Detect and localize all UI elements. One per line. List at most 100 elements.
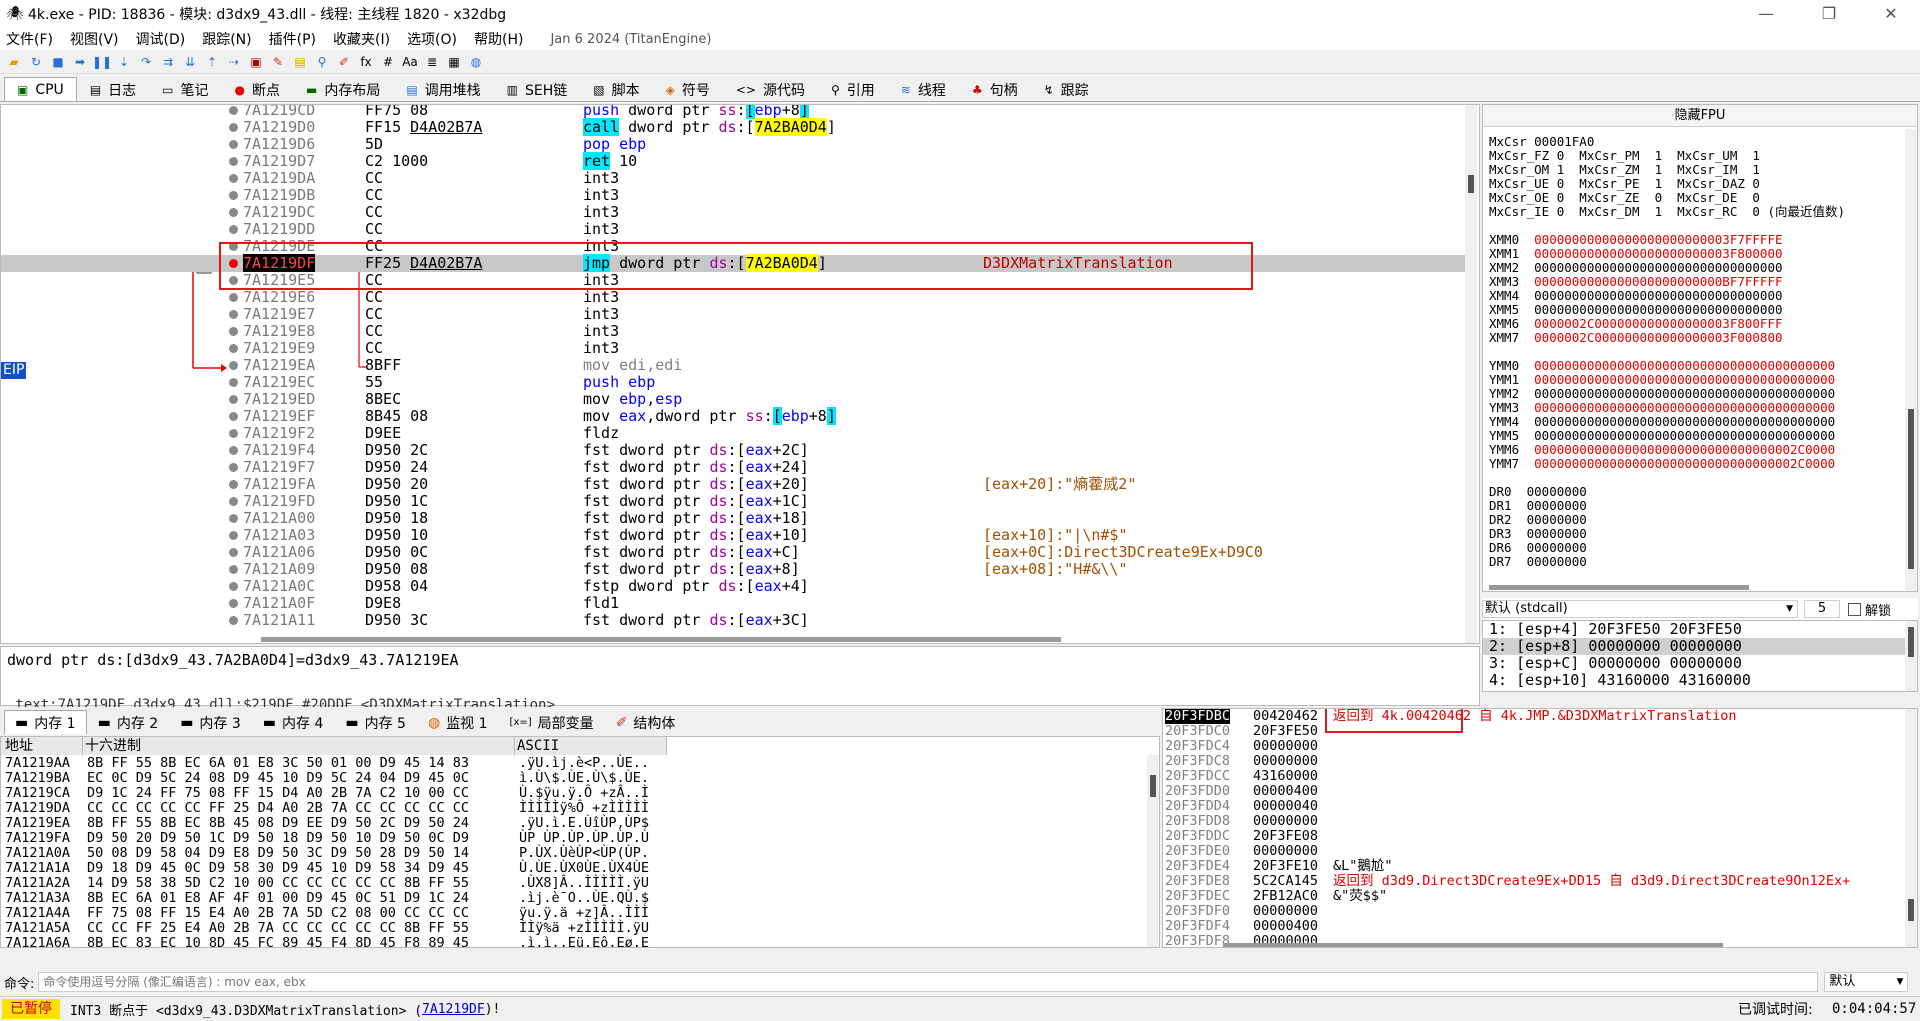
regs-scrollbar[interactable] bbox=[1905, 129, 1917, 591]
disasm-row[interactable]: 7A121A11 D950 3C fst dword ptr ds:[eax+3C] bbox=[1, 612, 1471, 629]
debug-register[interactable]: DR1 00000000 bbox=[1489, 499, 1587, 513]
stop-icon[interactable]: ■ bbox=[48, 53, 68, 71]
mxcsr-flag-row[interactable]: MxCsr_OE 0 MxCsr_ZE 0 MxCsr_DE 0 bbox=[1489, 191, 1760, 205]
disasm-row[interactable]: 7A1219ED 8BEC mov ebp,esp bbox=[1, 391, 1471, 408]
tab-dump-5[interactable]: ▬ 内存 5 bbox=[334, 710, 417, 734]
bp-gutter-dot-icon[interactable] bbox=[229, 106, 238, 115]
ymm-register[interactable]: YMM7 00000000000000000000000000000000002… bbox=[1489, 457, 1835, 471]
trace-over-icon[interactable]: ⇊ bbox=[180, 53, 200, 71]
menu-plugins[interactable]: 插件(P) bbox=[269, 29, 316, 49]
tab-watch-1[interactable]: ◍ 监视 1 bbox=[417, 710, 499, 734]
arg-row[interactable]: 1: [esp+4] 20F3FE50 20F3FE50 bbox=[1483, 621, 1917, 638]
bookmark-icon[interactable]: ✐ bbox=[334, 53, 354, 71]
bp-gutter-dot-icon[interactable] bbox=[229, 582, 238, 591]
debug-register[interactable]: DR0 00000000 bbox=[1489, 485, 1587, 499]
label-icon[interactable]: ⚲ bbox=[312, 53, 332, 71]
tab-symbols[interactable]: ◈ 符号 bbox=[653, 77, 723, 101]
globe-icon[interactable]: ◍ bbox=[466, 53, 486, 71]
mxcsr-flag-row[interactable]: MxCsr_OM 1 MxCsr_ZM 1 MxCsr_IM 1 bbox=[1489, 163, 1760, 177]
run-to-user-code-icon[interactable]: ⇢ bbox=[224, 53, 244, 71]
xmm-register[interactable]: XMM2 000000000000000000000000000000000 bbox=[1489, 261, 1783, 275]
debug-register[interactable]: DR2 00000000 bbox=[1489, 513, 1587, 527]
bp-gutter-dot-icon[interactable] bbox=[229, 565, 238, 574]
bp-gutter-dot-icon[interactable] bbox=[229, 174, 238, 183]
stack-row[interactable]: 20F3FDE0 00000000 bbox=[1163, 844, 1917, 859]
bp-gutter-dot-icon[interactable] bbox=[229, 548, 238, 557]
stack-row[interactable]: 20F3FDC4 00000000 bbox=[1163, 739, 1917, 754]
patch-icon[interactable]: ✎ bbox=[268, 53, 288, 71]
menu-favourites[interactable]: 收藏夹(I) bbox=[333, 29, 390, 49]
arg-row[interactable]: 4: [esp+10] 43160000 43160000 bbox=[1483, 672, 1917, 689]
disasm-row[interactable]: 7A121A0F D9E8 fld1 bbox=[1, 595, 1471, 612]
tab-dump-2[interactable]: ▬ 内存 2 bbox=[87, 710, 170, 734]
tab-seh[interactable]: ▥ SEH链 bbox=[494, 77, 581, 101]
pause-icon[interactable]: ❚❚ bbox=[92, 53, 112, 71]
stack-hscrollbar[interactable] bbox=[1223, 943, 1723, 947]
ymm-register[interactable]: YMM4 00000000000000000000000000000000000… bbox=[1489, 415, 1835, 429]
stack-row[interactable]: 20F3FDEC 2FB12AC0 &"荧$$" bbox=[1163, 889, 1917, 904]
hide-fpu-button[interactable]: 隐藏FPU bbox=[1483, 105, 1917, 127]
tab-notes[interactable]: ▭ 笔记 bbox=[149, 77, 221, 101]
disasm-row[interactable]: 7A1219EF 8B45 08 mov eax,dword ptr ss:[ebp… bbox=[1, 407, 1471, 425]
disasm-row[interactable]: 7A1219DA CC int3 bbox=[1, 170, 1471, 187]
args-scrollbar[interactable] bbox=[1905, 621, 1917, 691]
bp-gutter-dot-icon[interactable] bbox=[229, 293, 238, 302]
disassembly-view[interactable]: EIP 7A1219CD FF75 08 push dword ptr ss:[eb… bbox=[0, 104, 1480, 644]
disasm-row[interactable]: 7A1219CD FF75 08 push dword ptr ss:[ebp+8] bbox=[1, 105, 1471, 119]
mxcsr-flag-row[interactable]: MxCsr_UE 0 MxCsr_PE 1 MxCsr_DAZ 0 bbox=[1489, 177, 1760, 191]
bp-gutter-dot-icon[interactable] bbox=[229, 361, 238, 370]
dump-scrollbar[interactable] bbox=[1147, 755, 1159, 947]
ymm-register[interactable]: YMM0 00000000000000000000000000000000000… bbox=[1489, 359, 1835, 373]
close-button[interactable]: ✕ bbox=[1862, 0, 1920, 28]
stack-row[interactable]: 20F3FDD4 00000040 bbox=[1163, 799, 1917, 814]
tab-source[interactable]: <> 源代码 bbox=[723, 77, 818, 101]
disasm-row[interactable]: 7A1219E8 CC int3 bbox=[1, 323, 1471, 340]
ymm-register[interactable]: YMM5 00000000000000000000000000000000000… bbox=[1489, 429, 1835, 443]
open-icon[interactable]: ▰ bbox=[4, 53, 24, 71]
bp-gutter-dot-icon[interactable] bbox=[229, 446, 238, 455]
disasm-row[interactable]: 7A1219E7 CC int3 bbox=[1, 306, 1471, 323]
bp-gutter-dot-icon[interactable] bbox=[229, 463, 238, 472]
disasm-row[interactable]: 7A121A0C D958 04 fstp dword ptr ds:[eax+4] bbox=[1, 578, 1471, 595]
tab-references[interactable]: ⚲ 引用 bbox=[818, 77, 888, 101]
bp-gutter-dot-icon[interactable] bbox=[229, 480, 238, 489]
ymm-register[interactable]: YMM6 00000000000000000000000000000000002… bbox=[1489, 443, 1835, 457]
calculator-icon[interactable]: ▦ bbox=[444, 53, 464, 71]
disasm-row[interactable]: 7A1219F4 D950 2C fst dword ptr ds:[eax+2C] bbox=[1, 442, 1471, 459]
tab-dump-1[interactable]: ▬ 内存 1 bbox=[4, 710, 87, 734]
disasm-row[interactable]: 7A1219DC CC int3 bbox=[1, 204, 1471, 221]
disasm-row[interactable]: 7A1219F7 D950 24 fst dword ptr ds:[eax+24] bbox=[1, 459, 1471, 476]
menu-help[interactable]: 帮助(H) bbox=[474, 29, 523, 49]
tab-call-stack[interactable]: ▤ 调用堆栈 bbox=[393, 77, 493, 101]
stack-row[interactable]: 20F3FDD8 00000000 bbox=[1163, 814, 1917, 829]
arg-count-spinner[interactable]: 5 bbox=[1804, 600, 1840, 618]
disasm-row[interactable]: 7A1219D6 5D pop ebp bbox=[1, 136, 1471, 153]
bp-gutter-dot-icon[interactable] bbox=[229, 225, 238, 234]
arg-row[interactable]: 3: [esp+C] 00000000 00000000 bbox=[1483, 655, 1917, 672]
stack-row[interactable]: 20F3FDF4 00000400 bbox=[1163, 919, 1917, 934]
bp-gutter-dot-icon[interactable] bbox=[229, 310, 238, 319]
step-into-icon[interactable]: ⇣ bbox=[114, 53, 134, 71]
disasm-row[interactable]: 7A1219FA D950 20 fst dword ptr ds:[eax+20]… bbox=[1, 476, 1471, 493]
disasm-row[interactable]: 7A121A06 D950 0C fst dword ptr ds:[eax+C] [… bbox=[1, 544, 1471, 561]
tab-struct[interactable]: ✐ 结构体 bbox=[605, 710, 687, 734]
stack-row[interactable]: 20F3FDD0 00000400 bbox=[1163, 784, 1917, 799]
run-icon[interactable]: ➡ bbox=[70, 53, 90, 71]
disasm-row[interactable]: 7A121A09 D950 08 fst dword ptr ds:[eax+8] [… bbox=[1, 561, 1471, 578]
bp-gutter-dot-icon[interactable] bbox=[229, 140, 238, 149]
menu-options[interactable]: 选项(O) bbox=[407, 29, 457, 49]
calling-convention-select[interactable]: 默认 (stdcall) ▼ bbox=[1482, 600, 1798, 618]
command-input[interactable]: 命令使用逗号分隔 (像汇编语言) : mov eax, ebx bbox=[38, 972, 1819, 992]
xmm-register[interactable]: XMM0 00000000000000000000000003F7FFFFE bbox=[1489, 233, 1783, 247]
memory-dump[interactable]: 地址 十六进制 ASCII 7A1219AA 8B FF 55 8B EC 6A … bbox=[0, 736, 1160, 948]
disasm-row[interactable]: 7A1219FD D950 1C fst dword ptr ds:[eax+1C] bbox=[1, 493, 1471, 510]
tab-locals[interactable]: [x=] 局部变量 bbox=[499, 710, 605, 734]
bp-gutter-dot-icon[interactable] bbox=[229, 344, 238, 353]
stack-row[interactable]: 20F3FDC0 20F3FE50 bbox=[1163, 724, 1917, 739]
tab-cpu[interactable]: ▣ CPU bbox=[4, 77, 77, 101]
tab-log[interactable]: ▤ 日志 bbox=[77, 77, 149, 101]
tab-dump-3[interactable]: ▬ 内存 3 bbox=[169, 710, 252, 734]
dump-header-address[interactable]: 地址 bbox=[1, 737, 83, 755]
step-over-icon[interactable]: ↷ bbox=[136, 53, 156, 71]
mxcsr-flag-row[interactable]: MxCsr_FZ 0 MxCsr_PM 1 MxCsr_UM 1 bbox=[1489, 149, 1760, 163]
